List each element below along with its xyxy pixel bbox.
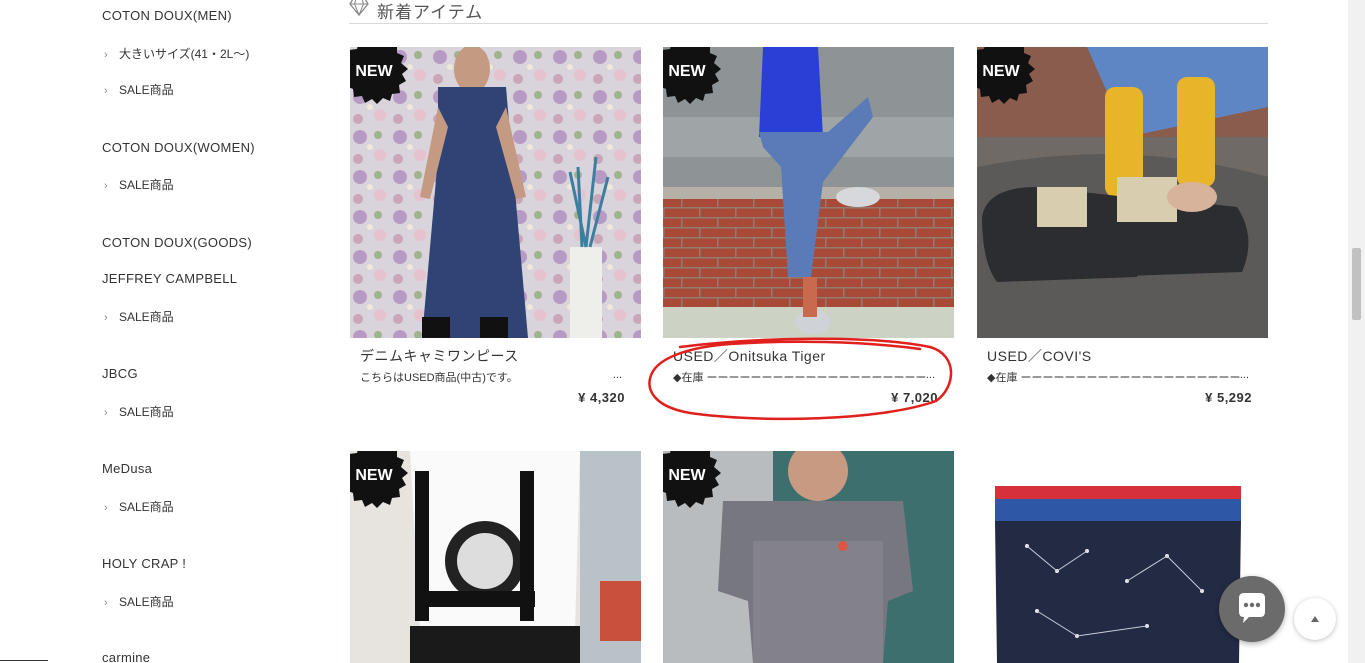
product-card[interactable]: NEW デニムキャミワンピース こちらはUSED商品(中古)です。... ¥ 4… [350,47,641,405]
category-sidebar: COTON DOUX(MEN) › 大きいサイズ(41・2L〜) › SALE商品 … [0,0,330,663]
product-price: ¥ 5,292 [1205,390,1252,405]
sidebar-sub-sale[interactable]: › SALE商品 [104,176,174,193]
product-card[interactable]: NEW [350,451,641,663]
product-card[interactable]: NEW USED／COVI'S ◆在庫 ーーーーーーーーーーーーーーーーーーーー… [977,47,1268,405]
new-badge: NEW [350,47,408,104]
product-image[interactable]: NEW [663,47,954,338]
chevron-right-icon: › [104,180,108,192]
svg-text:NEW: NEW [355,63,393,80]
chevron-right-icon: › [104,407,108,419]
sidebar-sub-sale[interactable]: › SALE商品 [104,81,174,98]
sidebar-category-carmine[interactable]: carmine [102,650,150,663]
svg-text:NEW: NEW [668,467,706,484]
sidebar-sub-sale[interactable]: › SALE商品 [104,498,174,515]
sidebar-category-holy-crap[interactable]: HOLY CRAP ! [102,556,186,571]
product-name[interactable]: USED／COVI'S [987,346,1092,366]
product-description: ◆在庫 ーーーーーーーーーーーーーーーーーーーー... [987,369,1249,384]
sidebar-category-coton-doux-goods[interactable]: COTON DOUX(GOODS) [102,235,252,250]
sidebar-sub-sale[interactable]: › SALE商品 [104,593,174,610]
new-badge: NEW [350,451,408,508]
sidebar-sub-sale[interactable]: › SALE商品 [104,403,174,420]
sidebar-category-medusa[interactable]: MeDusa [102,461,152,476]
sidebar-category-coton-doux-men[interactable]: COTON DOUX(MEN) [102,8,232,23]
diamond-icon [349,0,369,16]
new-badge: NEW [663,47,721,104]
product-name[interactable]: デニムキャミワンピース [360,346,519,366]
sidebar-category-jeffrey-campbell[interactable]: JEFFREY CAMPBELL [102,271,237,286]
product-image[interactable]: NEW [663,451,954,663]
svg-text:NEW: NEW [668,63,706,80]
vertical-scrollbar[interactable] [1348,0,1365,663]
product-image[interactable]: NEW [977,47,1268,338]
chevron-right-icon: › [104,85,108,97]
section-title: 新着アイテム [377,3,484,22]
product-description: ◆在庫 ーーーーーーーーーーーーーーーーーーーー... [673,369,935,384]
product-description: こちらはUSED商品(中古)です。... [360,369,622,384]
chevron-right-icon: › [104,502,108,514]
page-divider [0,660,48,661]
new-badge: NEW [663,451,721,508]
product-price: ¥ 4,320 [578,390,625,405]
new-badge: NEW [977,47,1035,104]
product-image[interactable]: NEW [350,451,641,663]
product-card[interactable]: NEW USED／Onitsuka Tiger ◆在庫 ーーーーーーーーーーーー… [663,47,954,405]
product-name[interactable]: USED／Onitsuka Tiger [673,346,826,366]
sidebar-sub-sale[interactable]: › SALE商品 [104,308,174,325]
product-card[interactable]: NEW [663,451,954,663]
scrollbar-thumb[interactable] [1352,248,1361,320]
svg-text:NEW: NEW [982,63,1020,80]
sidebar-sub-large-size[interactable]: › 大きいサイズ(41・2L〜) [104,45,249,62]
svg-text:NEW: NEW [355,467,393,484]
product-image[interactable]: NEW [350,47,641,338]
sidebar-category-jbcg[interactable]: JBCG [102,366,138,381]
triangle-up-icon [1311,616,1319,622]
chevron-right-icon: › [104,49,108,61]
sidebar-category-coton-doux-women[interactable]: COTON DOUX(WOMEN) [102,140,255,155]
product-price: ¥ 7,020 [891,390,938,405]
chat-button[interactable] [1219,576,1285,642]
scroll-to-top-button[interactable] [1294,598,1336,640]
chevron-right-icon: › [104,312,108,324]
chevron-right-icon: › [104,597,108,609]
chat-bubble-icon [1239,593,1265,623]
section-heading: 新着アイテム [349,0,1268,24]
